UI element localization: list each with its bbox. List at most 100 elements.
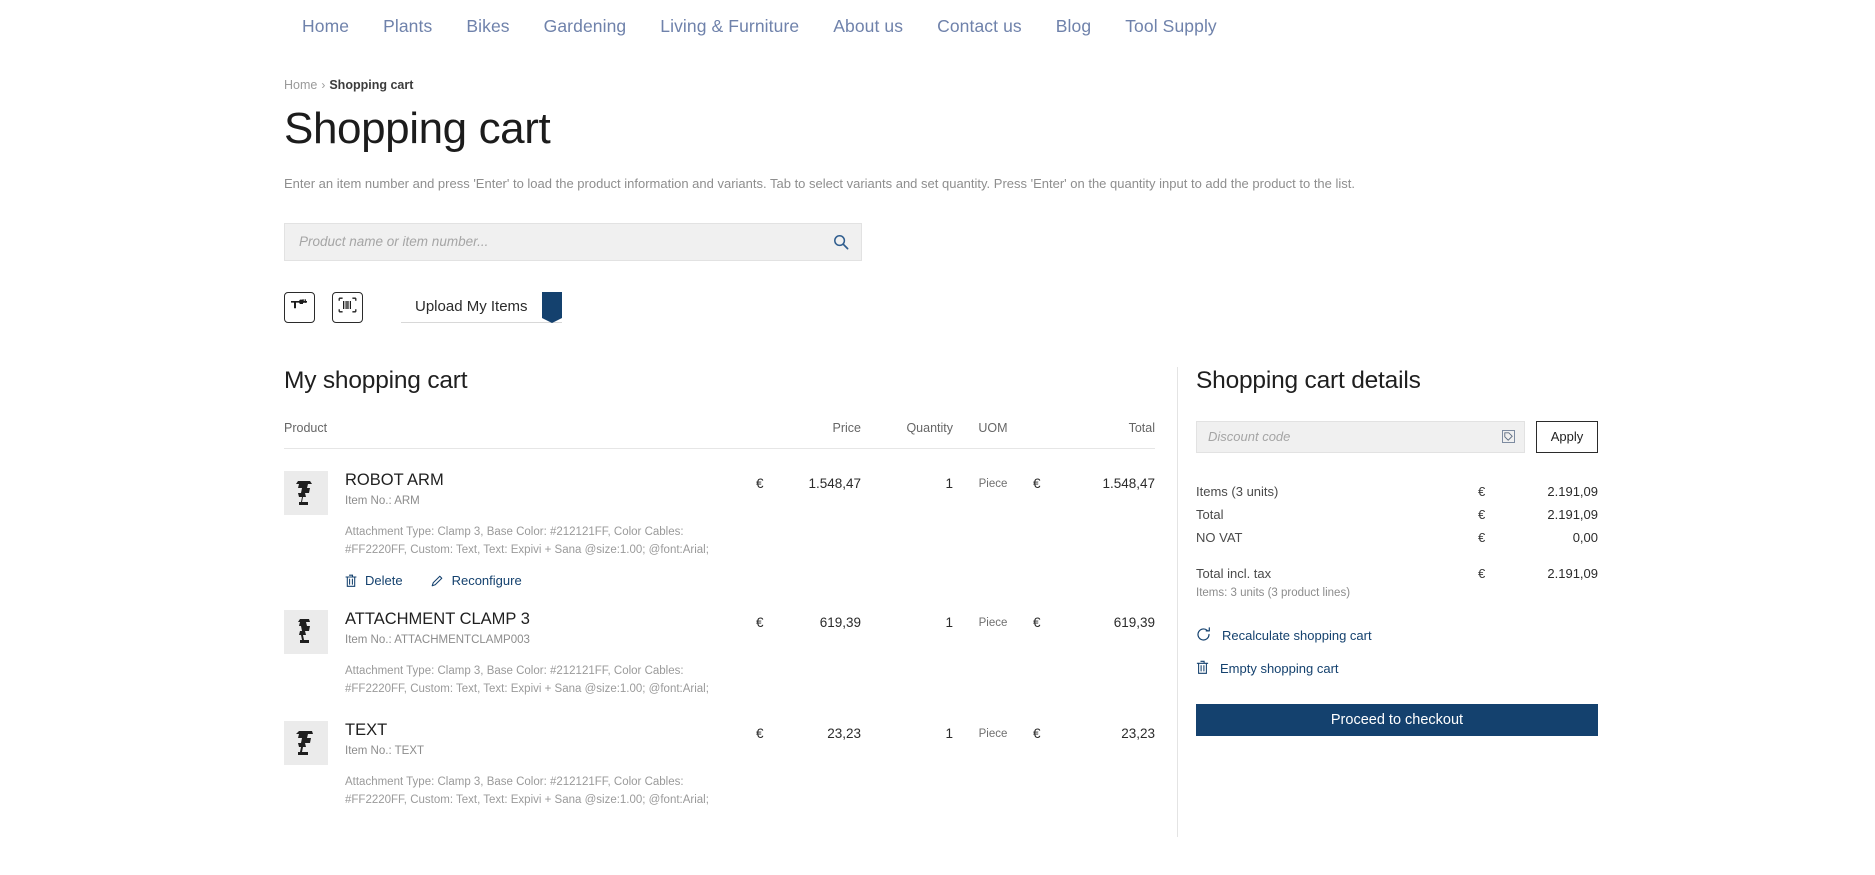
total-incl-tax-label: Total incl. tax (1196, 565, 1272, 581)
delete-item-link[interactable]: Delete (345, 573, 403, 588)
nav-item-contact-us[interactable]: Contact us (920, 16, 1039, 37)
cart-section-title: My shopping cart (284, 366, 468, 394)
product-quantity-cell[interactable]: 1 (861, 448, 953, 588)
breadcrumb-current: Shopping cart (329, 78, 414, 92)
proceed-to-checkout-button[interactable]: Proceed to checkout (1196, 703, 1598, 736)
cart-table-body: ROBOT ARM Item No.: ARM Attachment Type:… (284, 448, 1155, 809)
search-input[interactable] (285, 223, 821, 260)
total-incl-tax-value: 2.191,09 (1547, 565, 1598, 581)
details-section-title: Shopping cart details (1196, 366, 1421, 394)
summary-row-items: Items (3 units) € 2.191,09 (1196, 480, 1598, 503)
product-quantity-cell[interactable]: 1 (861, 699, 953, 810)
product-price-cell: € 23,23 (756, 699, 861, 810)
product-name[interactable]: ROBOT ARM (345, 471, 745, 490)
price-currency: € (756, 475, 764, 491)
recalculate-cart-link[interactable]: Recalculate shopping cart (1196, 627, 1598, 645)
cart-table: Product Price Quantity UOM Total ROBOT A… (284, 420, 1155, 810)
nav-item-tool-supply[interactable]: Tool Supply (1108, 16, 1234, 37)
summary-currency: € (1478, 529, 1486, 545)
cart-table-head: Product Price Quantity UOM Total (284, 420, 1155, 449)
trash-icon (345, 574, 357, 588)
summary-spacer (1196, 549, 1598, 562)
empty-cart-link[interactable]: Empty shopping cart (1196, 660, 1598, 678)
scanner-gun-button[interactable] (284, 291, 315, 323)
nav-item-about-us[interactable]: About us (816, 16, 920, 37)
discount-code-box (1196, 420, 1525, 453)
delete-item-label: Delete (365, 573, 403, 589)
reconfigure-item-link[interactable]: Reconfigure (431, 573, 522, 588)
product-total-cell: € 619,39 (1033, 588, 1155, 699)
search-button[interactable] (821, 224, 861, 260)
main-navigation: Home Plants Bikes Gardening Living & Fur… (0, 0, 1875, 52)
breadcrumb: Home › Shopping cart (284, 78, 1835, 92)
product-search-row (284, 222, 1835, 261)
cart-details-column: Shopping cart details Apply Items (3 uni… (1178, 367, 1598, 736)
product-configuration: Attachment Type: Clamp 3, Base Color: #2… (345, 525, 709, 556)
product-configuration: Attachment Type: Clamp 3, Base Color: #2… (345, 665, 709, 696)
total-currency: € (1033, 615, 1041, 631)
nav-item-plants[interactable]: Plants (366, 16, 449, 37)
column-header-price: Price (756, 420, 861, 449)
nav-item-blog[interactable]: Blog (1039, 16, 1108, 37)
column-header-product: Product (284, 420, 756, 449)
nav-item-home[interactable]: Home (285, 16, 366, 37)
summary-label: Total (1196, 506, 1224, 522)
trash-icon (1196, 660, 1209, 678)
product-item-number: Item No.: ARM (345, 494, 420, 507)
total-currency: € (1033, 726, 1041, 742)
price-value: 619,39 (819, 615, 861, 631)
breadcrumb-separator-icon: › (321, 78, 326, 92)
product-item-number: Item No.: ATTACHMENTCLAMP003 (345, 634, 530, 647)
refresh-icon (1196, 627, 1211, 645)
page-title: Shopping cart (284, 104, 551, 153)
summary-value: 2.191,09 (1547, 483, 1598, 499)
product-name[interactable]: TEXT (345, 721, 745, 740)
product-cell: TEXT Item No.: TEXT Attachment Type: Cla… (284, 699, 756, 810)
product-uom-cell: Piece (978, 728, 1008, 741)
product-name[interactable]: ATTACHMENT CLAMP 3 (345, 610, 745, 629)
discount-row: Apply (1196, 420, 1598, 453)
nav-item-living-furniture[interactable]: Living & Furniture (643, 16, 816, 37)
table-row: TEXT Item No.: TEXT Attachment Type: Cla… (284, 699, 1155, 810)
reconfigure-item-label: Reconfigure (451, 573, 522, 589)
search-icon (833, 234, 849, 250)
cart-toolbar: Upload My Items (284, 291, 1835, 323)
summary-row-vat: NO VAT € 0,00 (1196, 526, 1598, 549)
barcode-scan-button[interactable] (332, 291, 363, 323)
total-incl-tax-subtext: Items: 3 units (3 product lines) (1196, 586, 1351, 599)
product-search-box (284, 222, 862, 261)
total-incl-tax-currency: € (1478, 565, 1486, 581)
table-row: ATTACHMENT CLAMP 3 Item No.: ATTACHMENTC… (284, 588, 1155, 699)
discount-tag-icon (1502, 430, 1515, 444)
breadcrumb-home[interactable]: Home (284, 78, 317, 92)
column-header-quantity: Quantity (861, 420, 953, 449)
cart-main: My shopping cart Product Price Quantity … (284, 366, 1835, 837)
summary-row-total-incl-tax: Total incl. tax € 2.191,09 (1196, 562, 1598, 585)
details-actions: Recalculate shopping cart Empty shopping… (1196, 627, 1598, 678)
summary-row-total: Total € 2.191,09 (1196, 503, 1598, 526)
product-thumbnail (284, 610, 328, 655)
upload-my-items-label: Upload My Items (415, 298, 528, 316)
column-header-total: Total (1033, 420, 1155, 449)
product-thumbnail (284, 470, 328, 515)
apply-discount-button[interactable]: Apply (1536, 420, 1598, 453)
upload-dropdown-indicator-icon[interactable] (541, 291, 562, 323)
upload-my-items-button[interactable]: Upload My Items (401, 291, 562, 323)
price-value: 23,23 (827, 726, 861, 742)
discount-code-input[interactable] (1197, 421, 1502, 452)
product-configuration: Attachment Type: Clamp 3, Base Color: #2… (345, 776, 709, 806)
total-value: 619,39 (1113, 615, 1155, 631)
product-price-cell: € 1.548,47 (756, 448, 861, 588)
text-product-image (296, 731, 313, 756)
product-total-cell: € 23,23 (1033, 699, 1155, 810)
nav-item-gardening[interactable]: Gardening (527, 16, 644, 37)
product-item-number: Item No.: TEXT (345, 745, 425, 757)
product-price-cell: € 619,39 (756, 588, 861, 699)
scanner-gun-icon (290, 297, 309, 317)
barcode-icon (338, 297, 357, 318)
total-value: 1.548,47 (1102, 475, 1155, 491)
product-cell: ROBOT ARM Item No.: ARM Attachment Type:… (284, 448, 756, 588)
product-quantity-cell[interactable]: 1 (861, 588, 953, 699)
nav-item-bikes[interactable]: Bikes (449, 16, 526, 37)
product-thumbnail (284, 721, 328, 766)
